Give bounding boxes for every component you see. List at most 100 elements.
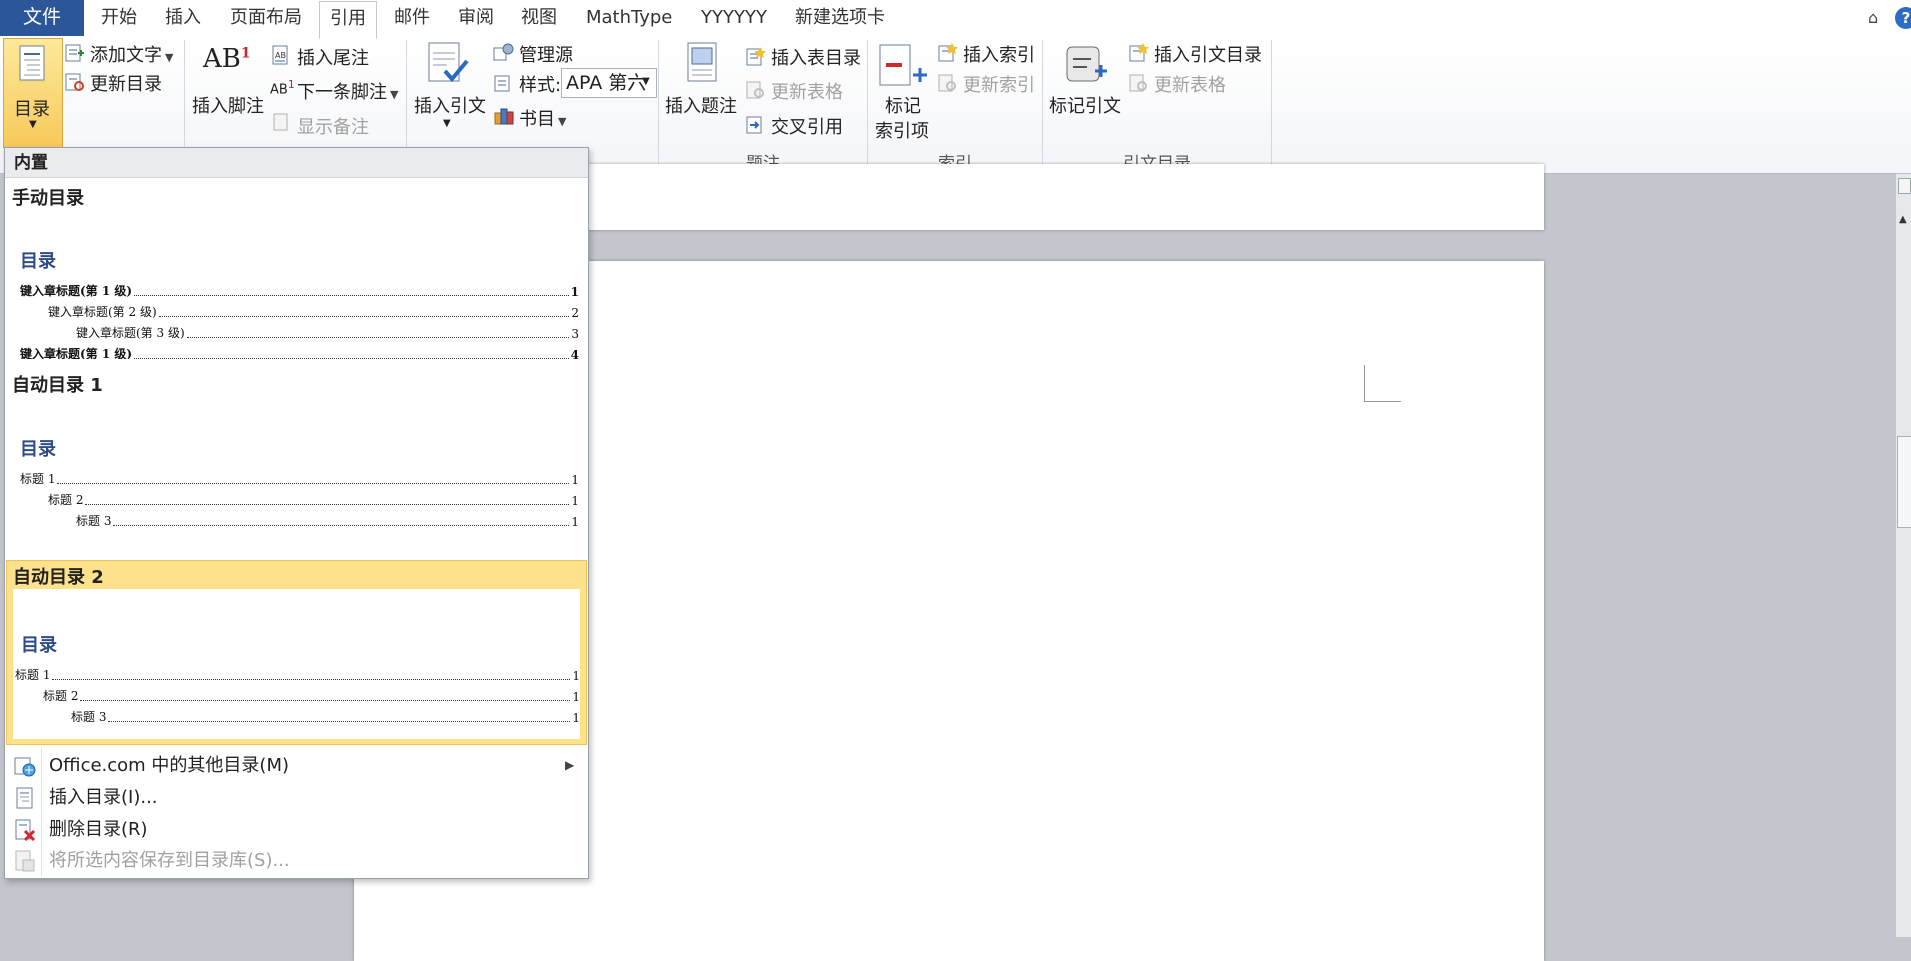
- insert-citation-button[interactable]: 插入引文: [414, 92, 486, 118]
- toc-preview-line: 标题 11: [15, 668, 580, 683]
- update-index-icon: [938, 74, 956, 92]
- update-index-button[interactable]: 更新索引: [963, 71, 1035, 97]
- chevron-down-icon: ▼: [29, 119, 37, 130]
- ribbon-tab-bar: 文件 开始 插入 页面布局 引用 邮件 审阅 视图 MathType YYYYY…: [0, 0, 1911, 39]
- toc-preview-line: 标题 21: [43, 689, 580, 704]
- scroll-up-icon[interactable]: ▲: [1899, 214, 1907, 225]
- insert-table-of-figures-icon: [746, 47, 766, 66]
- toc-preview-line: 键入章标题(第 2 级) 2: [48, 305, 579, 320]
- add-text-button[interactable]: 添加文字 ▼: [90, 41, 173, 67]
- next-footnote-icon: AB1: [270, 78, 295, 98]
- toc-preview-line: 键入章标题(第 3 级) 3: [76, 326, 579, 341]
- tab-new-tab[interactable]: 新建选项卡: [795, 0, 885, 36]
- toc-preview-heading: 目录: [20, 439, 56, 460]
- toc-preview-line: 键入章标题(第 1 级) 4: [20, 347, 579, 359]
- toc-preview-line: 标题 31: [71, 710, 580, 725]
- tab-review[interactable]: 审阅: [458, 0, 494, 36]
- tab-mailings[interactable]: 邮件: [394, 0, 430, 36]
- add-text-icon: [65, 44, 84, 62]
- mark-entry-label-2[interactable]: 索引项: [875, 117, 929, 143]
- gallery-item-auto-toc-1[interactable]: 自动目录 1 目录 标题 11 标题 21 标题 31: [6, 367, 587, 550]
- save-to-gallery-icon: [15, 850, 35, 872]
- help-icon[interactable]: ?: [1895, 7, 1911, 29]
- insert-toc-item[interactable]: 插入目录(I)...: [5, 782, 588, 813]
- update-toa-icon: [1129, 74, 1147, 92]
- group-separator: [1042, 40, 1043, 172]
- toc-preview-heading: 目录: [21, 635, 57, 656]
- toc-preview-line: 标题 21: [48, 493, 579, 508]
- tab-references[interactable]: 引用: [319, 1, 377, 39]
- tab-home[interactable]: 开始: [101, 0, 137, 36]
- insert-caption-icon: [687, 42, 717, 82]
- tab-page-layout[interactable]: 页面布局: [230, 0, 302, 36]
- update-toc-button[interactable]: 更新目录: [90, 70, 162, 96]
- insert-endnote-icon: AB: [272, 45, 288, 65]
- insert-footnote-button[interactable]: 插入脚注: [192, 92, 264, 118]
- update-table-button[interactable]: 更新表格: [771, 78, 843, 104]
- tab-view[interactable]: 视图: [521, 0, 557, 36]
- update-toc-icon: [65, 73, 84, 91]
- insert-toa-icon: [1129, 43, 1149, 62]
- chevron-down-icon[interactable]: ▼: [642, 76, 650, 87]
- next-footnote-button[interactable]: 下一条脚注 ▼: [297, 78, 398, 104]
- insert-toa-button[interactable]: 插入引文目录: [1154, 41, 1262, 67]
- vertical-scrollbar[interactable]: ▲: [1895, 174, 1911, 937]
- update-table-icon: [746, 81, 764, 99]
- gallery-item-auto-toc-2[interactable]: 自动目录 2 目录 标题 11 标题 21 标题 31: [6, 560, 587, 745]
- tab-file[interactable]: 文件: [0, 0, 84, 36]
- cross-reference-icon: [746, 116, 762, 134]
- gallery-item-title: 自动目录 1: [12, 375, 103, 396]
- gallery-item-manual-toc[interactable]: 手动目录 目录 键入章标题(第 1 级) 1 键入章标题(第 2 级) 2 键入章标…: [6, 179, 587, 362]
- gallery-section-header: 内置: [5, 148, 588, 178]
- gallery-item-title: 自动目录 2: [13, 567, 104, 588]
- group-separator: [1271, 40, 1272, 172]
- mark-entry-icon: [879, 44, 927, 86]
- remove-toc-item[interactable]: 删除目录(R): [5, 814, 588, 845]
- mark-citation-icon: [1066, 46, 1107, 82]
- insert-index-icon: [938, 43, 958, 62]
- collapse-ribbon-icon[interactable]: ⌂: [1868, 8, 1878, 27]
- toc-dropdown-menu: 内置 手动目录 目录 键入章标题(第 1 级) 1 键入章标题(第 2 级) 2 键…: [4, 147, 589, 879]
- mark-citation-button[interactable]: 标记引文: [1049, 92, 1121, 118]
- show-notes-icon: [273, 113, 288, 131]
- group-separator: [867, 40, 868, 172]
- manage-sources-icon: [493, 43, 514, 61]
- bibliography-icon: [494, 108, 514, 125]
- tab-insert[interactable]: 插入: [165, 0, 201, 36]
- submenu-arrow-icon: ▶: [565, 758, 575, 772]
- gallery-item-title: 手动目录: [12, 188, 84, 209]
- toc-preview-line: 标题 31: [76, 514, 579, 529]
- manage-sources-button[interactable]: 管理源: [519, 41, 573, 67]
- chevron-down-icon[interactable]: ▼: [443, 118, 451, 129]
- insert-index-button[interactable]: 插入索引: [963, 41, 1035, 67]
- toc-preview-heading: 目录: [20, 251, 56, 272]
- office-more-tocs-item[interactable]: Office.com 中的其他目录(M) ▶: [5, 750, 588, 781]
- toc-preview-line: 标题 11: [20, 472, 579, 487]
- group-separator: [658, 40, 659, 172]
- show-notes-button[interactable]: 显示备注: [297, 113, 369, 139]
- toc-button-label: 目录: [14, 99, 50, 120]
- style-label: 样式:: [519, 75, 562, 96]
- insert-caption-button[interactable]: 插入题注: [665, 92, 737, 118]
- toc-preview-line: 键入章标题(第 1 级) 1: [20, 284, 579, 299]
- insert-toc-icon: [16, 787, 33, 809]
- cross-reference-button[interactable]: 交叉引用: [771, 113, 843, 139]
- insert-table-of-figures-button[interactable]: 插入表目录: [771, 44, 861, 70]
- delete-toc-icon: [15, 819, 36, 841]
- tab-mathtype[interactable]: MathType: [586, 0, 672, 36]
- toc-document-icon: [19, 45, 45, 81]
- update-toa-button[interactable]: 更新表格: [1154, 71, 1226, 97]
- margin-corner-mark: [1364, 365, 1401, 402]
- toc-button[interactable]: 目录 ▼: [3, 38, 63, 148]
- view-options-icon[interactable]: [1898, 178, 1911, 194]
- insert-endnote-button[interactable]: 插入尾注: [297, 44, 369, 70]
- tab-yyyyyy[interactable]: YYYYYY: [701, 0, 767, 36]
- style-icon: [494, 75, 510, 92]
- bibliography-button[interactable]: 书目 ▼: [519, 105, 566, 131]
- insert-citation-icon: [428, 42, 469, 83]
- save-selection-to-gallery-item[interactable]: 将所选内容保存到目录库(S)...: [5, 845, 588, 876]
- svg-text:AB: AB: [275, 51, 286, 60]
- scrollbar-thumb[interactable]: [1897, 436, 1911, 528]
- office-online-icon: [14, 757, 36, 777]
- mark-entry-label-1[interactable]: 标记: [885, 92, 921, 118]
